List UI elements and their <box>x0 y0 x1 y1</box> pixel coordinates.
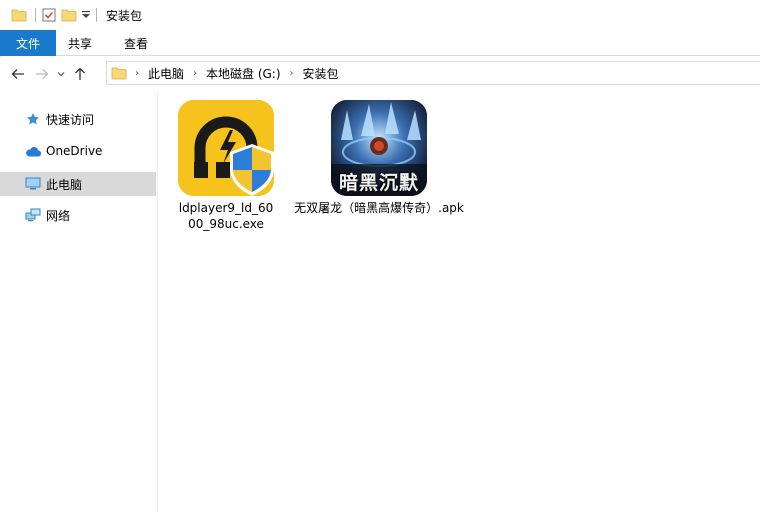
sidebar-item-label: 网络 <box>46 208 71 223</box>
folder-icon <box>111 66 127 80</box>
forward-arrow-icon[interactable] <box>30 60 54 88</box>
ribbon-tabs: 文件 主页 共享 查看 <box>0 30 760 57</box>
file-item-game-apk[interactable]: 暗黑沉默 无双屠龙（暗黑高爆传奇）.apk <box>289 100 469 216</box>
up-arrow-icon[interactable] <box>68 60 92 88</box>
sidebar-item-this-pc[interactable]: 此电脑 <box>0 172 156 196</box>
new-folder-icon[interactable] <box>59 0 79 30</box>
back-arrow-icon[interactable] <box>6 60 30 88</box>
sidebar-item-onedrive[interactable]: OneDrive <box>0 139 156 163</box>
network-icon <box>24 207 42 223</box>
navigation-bar: › 此电脑 › 本地磁盘 (G:) › 安装包 <box>0 57 760 91</box>
sidebar-item-network[interactable]: 网络 <box>0 203 156 227</box>
customize-toolbar-icon[interactable] <box>79 0 93 30</box>
file-list: ldplayer9_ld_60 00_98uc.exe 暗黑沉默 无双屠龙（暗黑… <box>159 91 760 512</box>
game-app-icon: 暗黑沉默 <box>331 100 427 196</box>
game-title-text: 暗黑沉默 <box>338 172 419 194</box>
toolbar-separator <box>96 8 97 22</box>
quick-access-toolbar <box>0 0 100 30</box>
file-name: 无双屠龙（暗黑高爆传奇）.apk <box>294 201 464 215</box>
chevron-right-icon[interactable]: › <box>131 68 143 79</box>
navigation-pane: 快速访问 OneDrive 此电脑 网络 <box>0 91 158 512</box>
chevron-right-icon[interactable]: › <box>189 68 201 79</box>
computer-icon <box>24 176 42 192</box>
properties-icon[interactable] <box>39 0 59 30</box>
breadcrumb-this-pc[interactable]: 此电脑 <box>143 65 189 82</box>
chevron-right-icon[interactable]: › <box>286 68 298 79</box>
cloud-icon <box>24 143 42 159</box>
breadcrumb-current-folder[interactable]: 安装包 <box>298 65 344 82</box>
sidebar-item-label: 快速访问 <box>46 112 95 127</box>
title-bar: 安装包 <box>0 0 760 30</box>
tab-view[interactable]: 查看 <box>108 30 164 56</box>
folder-icon <box>6 0 32 30</box>
address-bar[interactable]: › 此电脑 › 本地磁盘 (G:) › 安装包 <box>106 61 760 85</box>
file-name: ldplayer9_ld_60 00_98uc.exe <box>179 200 274 232</box>
tab-share[interactable]: 共享 <box>52 30 108 56</box>
file-item-ldplayer[interactable]: ldplayer9_ld_60 00_98uc.exe <box>171 100 281 232</box>
sidebar-item-label: 此电脑 <box>46 177 83 192</box>
window-title: 安装包 <box>106 8 143 23</box>
ldplayer-app-icon <box>178 100 274 196</box>
file-name-line: 00_98uc.exe <box>188 217 264 231</box>
star-icon <box>24 111 42 127</box>
tab-file[interactable]: 文件 <box>0 30 56 56</box>
sidebar-item-quick-access[interactable]: 快速访问 <box>0 107 156 131</box>
breadcrumb-local-disk[interactable]: 本地磁盘 (G:) <box>201 65 286 82</box>
file-name-line: ldplayer9_ld_60 <box>178 201 274 215</box>
recent-locations-chevron-icon[interactable] <box>54 60 68 88</box>
toolbar-separator <box>35 8 36 22</box>
sidebar-item-label: OneDrive <box>46 144 103 158</box>
